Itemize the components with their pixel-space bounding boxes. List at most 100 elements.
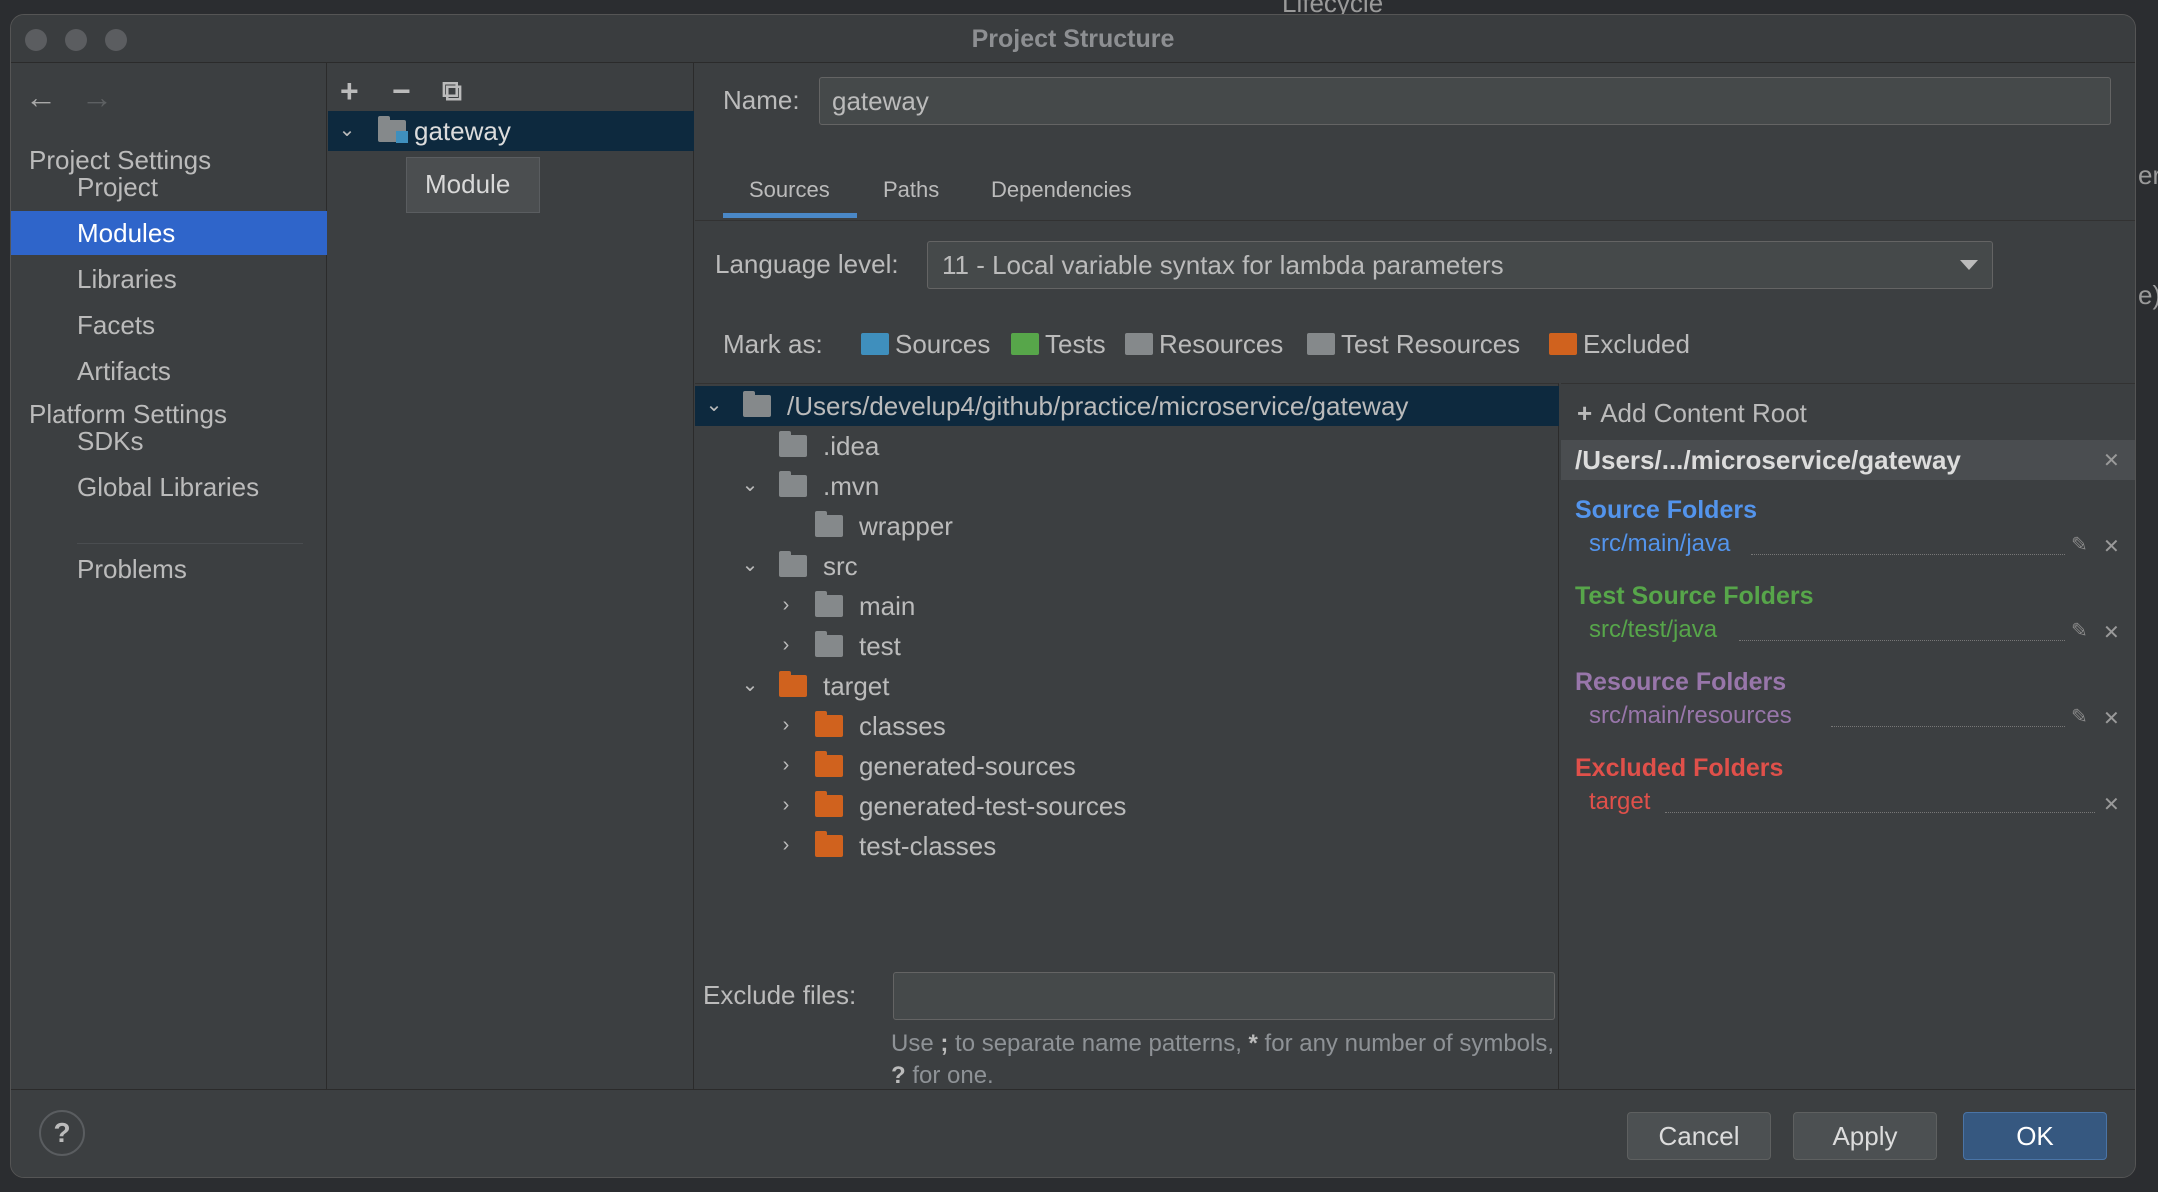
- excluded-folder-icon: [779, 671, 807, 697]
- remove-module-icon[interactable]: −: [392, 73, 411, 110]
- sidebar-item-project[interactable]: Project: [11, 165, 327, 209]
- module-name-field[interactable]: gateway: [819, 77, 2111, 125]
- tree-row-test[interactable]: › test: [695, 626, 1559, 666]
- sidebar-divider: [77, 543, 303, 544]
- excluded-folders-heading: Excluded Folders: [1575, 754, 1784, 782]
- remove-test-source-folder-icon[interactable]: ✕: [2103, 620, 2120, 645]
- mark-tests-label: Tests: [1045, 329, 1106, 359]
- remove-content-root-icon[interactable]: ✕: [2103, 448, 2120, 473]
- tree-label: generated-sources: [859, 751, 1076, 781]
- source-folders-heading: Source Folders: [1575, 496, 1757, 524]
- tree-row-generated-sources[interactable]: › generated-sources: [695, 746, 1559, 786]
- add-module-icon[interactable]: +: [340, 73, 359, 110]
- add-content-root-button[interactable]: + Add Content Root: [1577, 398, 1807, 429]
- excluded-folder-icon: [1549, 333, 1577, 356]
- chevron-down-icon[interactable]: ⌄: [705, 395, 723, 415]
- test-resources-folder-icon: [1307, 333, 1335, 356]
- back-arrow-icon[interactable]: ←: [25, 79, 57, 116]
- project-structure-dialog: Project Structure ← → Project Settings P…: [10, 14, 2136, 1178]
- chevron-down-icon[interactable]: ⌄: [741, 555, 759, 575]
- remove-excluded-folder-icon[interactable]: ✕: [2103, 792, 2120, 817]
- title-bar: Project Structure: [11, 15, 2135, 63]
- apply-button[interactable]: Apply: [1793, 1112, 1937, 1160]
- module-name: gateway: [414, 116, 511, 146]
- chevron-right-icon[interactable]: ›: [777, 635, 795, 655]
- exclude-files-hint: Use ; to separate name patterns, * for a…: [891, 1028, 1571, 1092]
- tree-label: generated-test-sources: [859, 791, 1127, 821]
- test-source-folder-leader: [1739, 640, 2065, 641]
- tree-row-generated-test-sources[interactable]: › generated-test-sources: [695, 786, 1559, 826]
- sidebar-item-libraries[interactable]: Libraries: [11, 257, 327, 301]
- test-source-folder-path: src/test/java: [1589, 616, 1718, 643]
- tab-dependencies[interactable]: Dependencies: [991, 177, 1132, 203]
- ok-button[interactable]: OK: [1963, 1112, 2107, 1160]
- folder-icon: [779, 431, 807, 457]
- background-text: er: [2138, 160, 2158, 190]
- test-source-folders-heading: Test Source Folders: [1575, 582, 1814, 610]
- folder-icon: [815, 631, 843, 657]
- forward-arrow-icon[interactable]: →: [81, 79, 113, 116]
- remove-source-folder-icon[interactable]: ✕: [2103, 534, 2120, 559]
- tree-row-main[interactable]: › main: [695, 586, 1559, 626]
- tree-row-root[interactable]: ⌄ /Users/develup4/github/practice/micros…: [695, 386, 1559, 426]
- sources-folder-icon: [861, 333, 889, 356]
- copy-module-icon[interactable]: ⧉: [442, 75, 462, 108]
- mark-excluded-label: Excluded: [1583, 329, 1690, 359]
- folder-icon: [743, 391, 771, 417]
- mark-resources-label: Resources: [1159, 329, 1284, 359]
- chevron-right-icon[interactable]: ›: [777, 835, 795, 855]
- chevron-down-icon[interactable]: ⌄: [741, 675, 759, 695]
- content-root-header: /Users/.../microservice/gateway: [1561, 440, 2135, 480]
- excluded-folder-icon: [815, 711, 843, 737]
- hint-text: Use: [891, 1030, 941, 1057]
- tree-row-classes[interactable]: › classes: [695, 706, 1559, 746]
- tree-row-idea[interactable]: .idea: [695, 426, 1559, 466]
- hint-text: to separate name patterns,: [948, 1030, 1249, 1057]
- chevron-right-icon[interactable]: ›: [777, 715, 795, 735]
- module-row-gateway[interactable]: ⌄ gateway: [328, 111, 694, 151]
- edit-pencil-icon[interactable]: ✎: [2071, 532, 2089, 556]
- mark-as-excluded[interactable]: Excluded: [1549, 329, 1690, 363]
- tab-sources[interactable]: Sources: [749, 177, 830, 203]
- module-badge-icon: [396, 131, 408, 143]
- chevron-down-icon[interactable]: ⌄: [338, 120, 356, 140]
- help-button[interactable]: ?: [39, 1110, 85, 1156]
- tree-label: wrapper: [859, 511, 953, 541]
- tab-paths[interactable]: Paths: [883, 177, 939, 203]
- tree-row-mvn[interactable]: ⌄ .mvn: [695, 466, 1559, 506]
- module-tabs: Sources Paths Dependencies: [695, 163, 2135, 221]
- cancel-button[interactable]: Cancel: [1627, 1112, 1771, 1160]
- exclude-files-input[interactable]: [893, 972, 1555, 1020]
- excluded-folder-leader: [1665, 812, 2095, 813]
- sidebar-item-facets[interactable]: Facets: [11, 303, 327, 347]
- chevron-right-icon[interactable]: ›: [777, 755, 795, 775]
- background-text: e): [2138, 280, 2158, 310]
- sidebar-item-problems[interactable]: Problems: [11, 547, 327, 591]
- remove-resource-folder-icon[interactable]: ✕: [2103, 706, 2120, 731]
- tree-row-test-classes[interactable]: › test-classes: [695, 826, 1559, 866]
- mark-as-tests[interactable]: Tests: [1011, 329, 1106, 363]
- module-detail-panel: Name: gateway Sources Paths Dependencies…: [695, 63, 2135, 1092]
- source-folder-leader: [1751, 554, 2065, 555]
- excluded-folder-icon: [815, 751, 843, 777]
- module-list-panel: + − ⧉ ⌄ gateway Module: [328, 63, 694, 1089]
- sidebar-item-modules[interactable]: Modules: [11, 211, 327, 255]
- sidebar-item-sdks[interactable]: SDKs: [11, 419, 327, 463]
- edit-pencil-icon[interactable]: ✎: [2071, 704, 2089, 728]
- mark-as-sources[interactable]: Sources: [861, 329, 990, 363]
- tree-row-target[interactable]: ⌄ target: [695, 666, 1559, 706]
- edit-pencil-icon[interactable]: ✎: [2071, 618, 2089, 642]
- hint-text: for any number of symbols,: [1257, 1030, 1555, 1057]
- language-level-select[interactable]: 11 - Local variable syntax for lambda pa…: [927, 241, 1993, 289]
- resource-folder-leader: [1831, 726, 2065, 727]
- sidebar-item-global-libraries[interactable]: Global Libraries: [11, 465, 327, 509]
- mark-as-resources[interactable]: Resources: [1125, 329, 1283, 363]
- mark-as-test-resources[interactable]: Test Resources: [1307, 329, 1520, 363]
- dropdown-caret-icon: [1960, 260, 1978, 270]
- tree-row-wrapper[interactable]: wrapper: [695, 506, 1559, 546]
- chevron-right-icon[interactable]: ›: [777, 595, 795, 615]
- chevron-down-icon[interactable]: ⌄: [741, 475, 759, 495]
- tree-row-src[interactable]: ⌄ src: [695, 546, 1559, 586]
- chevron-right-icon[interactable]: ›: [777, 795, 795, 815]
- sidebar-item-artifacts[interactable]: Artifacts: [11, 349, 327, 393]
